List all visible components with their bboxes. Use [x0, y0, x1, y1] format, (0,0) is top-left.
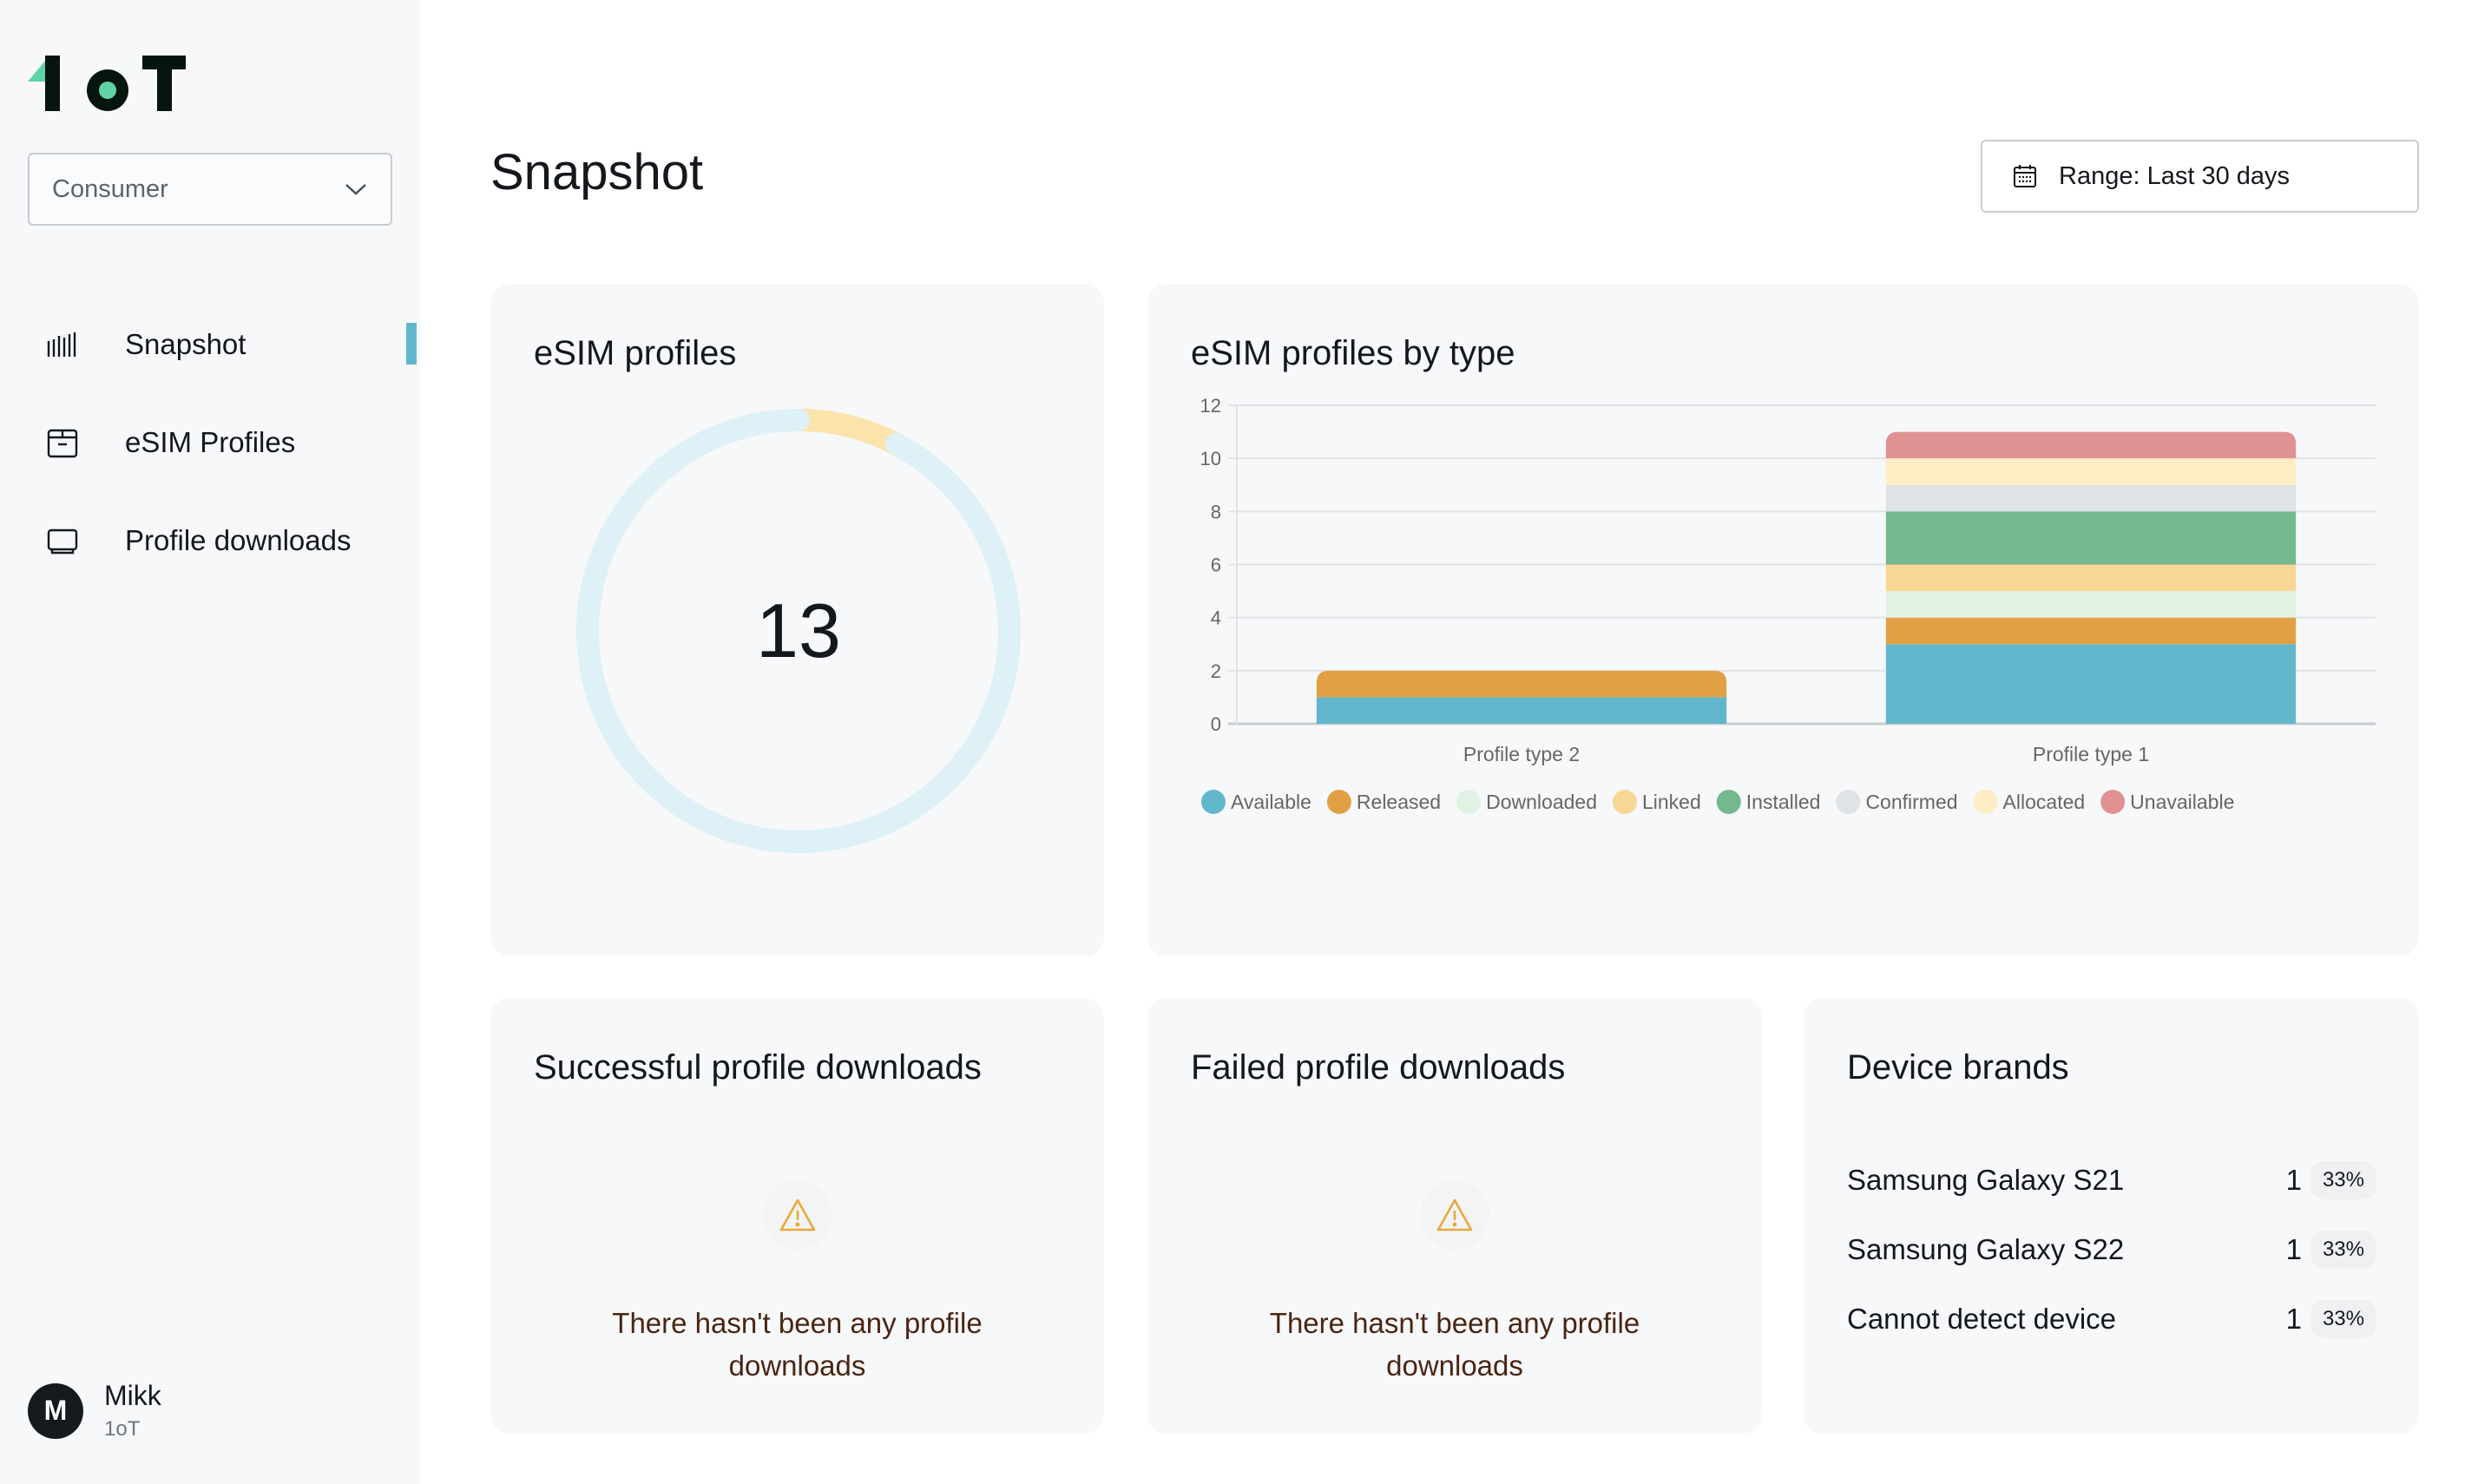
x-tick-label: Profile type 1: [2033, 743, 2149, 765]
empty-state: There hasn't been any profile downloads: [1147, 1180, 1762, 1387]
user-org: 1oT: [104, 1417, 141, 1441]
legend-swatch: [1326, 790, 1351, 814]
x-tick-label: Profile type 2: [1463, 743, 1580, 765]
card-title: Device brands: [1847, 1048, 2069, 1087]
sidebar-nav: Snapshot eSIM Profiles Profile downloads: [0, 295, 420, 589]
empty-message: There hasn't been any profile downloads: [612, 1307, 983, 1382]
y-tick-label: 12: [1200, 395, 1221, 417]
legend-label: Confirmed: [1865, 791, 1957, 813]
legend-label: Downloaded: [1486, 791, 1597, 813]
legend-label: Unavailable: [2130, 791, 2234, 813]
brand-percent-badge: 33%: [2310, 1231, 2376, 1269]
card-title: Failed profile downloads: [1191, 1048, 1566, 1087]
esim-profiles-donut: 13: [573, 405, 1024, 857]
brand-count: 1: [2285, 1233, 2302, 1265]
list-item: Samsung Galaxy S21 1 33%: [1847, 1146, 2376, 1215]
sidebar-item-label: Snapshot: [125, 327, 246, 360]
y-tick-label: 10: [1200, 448, 1221, 469]
brand-count: 1: [2285, 1303, 2302, 1335]
brand-name: Samsung Galaxy S22: [1847, 1233, 2125, 1265]
page-title: Snapshot: [490, 144, 704, 200]
user-name: Mikk: [104, 1380, 161, 1411]
legend-swatch: [1456, 790, 1482, 814]
sidebar-item-snapshot[interactable]: Snapshot: [0, 295, 420, 393]
legend-swatch: [1201, 790, 1226, 814]
legend-swatch: [1836, 790, 1861, 814]
legend-item-unavailable[interactable]: Unavailable: [2100, 790, 2234, 814]
user-profile[interactable]: M Mikk 1oT: [28, 1380, 161, 1441]
legend-label: Available: [1231, 791, 1311, 813]
failed-downloads-card: Failed profile downloads There hasn't be…: [1147, 998, 1762, 1434]
esim-profiles-by-type-card: eSIM profiles by type 0 2 4 6 8 10 12 Profile t…: [1147, 284, 2419, 956]
legend-item-available[interactable]: Available: [1201, 790, 1311, 814]
legend-swatch: [2100, 790, 2126, 814]
empty-state: There hasn't been any profile downloads: [490, 1180, 1104, 1387]
esim-profiles-card: eSIM profiles 13: [490, 284, 1104, 956]
sidebar-item-profile-downloads[interactable]: Profile downloads: [0, 491, 420, 589]
box-icon: [45, 425, 80, 460]
brand-percent-badge: 33%: [2310, 1161, 2376, 1199]
card-title: Successful profile downloads: [534, 1048, 982, 1087]
device-brands-list: Samsung Galaxy S21 1 33% Samsung Galaxy …: [1847, 1146, 2376, 1354]
sidebar-item-label: eSIM Profiles: [125, 425, 296, 458]
esim-profiles-total: 13: [756, 588, 841, 673]
bar-segment-released[interactable]: [1316, 670, 1727, 698]
active-indicator: [406, 323, 417, 364]
bar-segment-linked[interactable]: [1885, 564, 2297, 592]
legend-label: Allocated: [2003, 791, 2086, 813]
bar-segment-unavailable[interactable]: [1885, 431, 2297, 459]
warning-icon: [1420, 1180, 1489, 1250]
brand-percent-badge: 33%: [2310, 1300, 2376, 1338]
calendar-icon: [2014, 165, 2036, 187]
brand-name: Samsung Galaxy S21: [1847, 1164, 2125, 1196]
legend-item-released[interactable]: Released: [1326, 790, 1441, 814]
successful-downloads-card: Successful profile downloads There hasn'…: [490, 998, 1104, 1434]
legend-swatch: [1612, 790, 1637, 814]
legend-item-linked[interactable]: Linked: [1612, 790, 1701, 814]
avatar: M: [28, 1382, 83, 1439]
date-range-label: Range: Last 30 days: [2059, 161, 2291, 190]
y-tick-label: 0: [1211, 713, 1221, 735]
bar-segment-installed[interactable]: [1885, 511, 2297, 565]
y-tick-label: 8: [1211, 501, 1221, 522]
device-icon: [45, 523, 80, 558]
warning-icon: [762, 1180, 832, 1250]
bar-segment-available[interactable]: [1885, 644, 2297, 724]
chevron-down-icon: [345, 184, 366, 195]
y-tick-label: 4: [1211, 607, 1221, 629]
device-brands-card: Device brands Samsung Galaxy S21 1 33% S…: [1804, 998, 2419, 1434]
y-tick-label: 2: [1211, 660, 1221, 682]
y-tick-label: 6: [1211, 555, 1221, 576]
brand-count: 1: [2285, 1164, 2302, 1196]
legend-swatch: [1973, 790, 1998, 814]
card-title: eSIM profiles: [534, 334, 737, 372]
sidebar-item-label: Profile downloads: [125, 523, 352, 556]
legend-item-installed[interactable]: Installed: [1716, 790, 1821, 814]
segment-select[interactable]: Consumer: [28, 153, 392, 226]
segment-select-value: Consumer: [52, 174, 168, 203]
legend-item-confirmed[interactable]: Confirmed: [1836, 790, 1958, 814]
legend-swatch: [1716, 790, 1741, 814]
esim-profiles-by-type-chart: 0 2 4 6 8 10 12 Profile type 2 Profile type 1 Ava…: [1200, 395, 2376, 814]
list-item: Cannot detect device 1 33%: [1847, 1284, 2376, 1354]
list-item: Samsung Galaxy S22 1 33%: [1847, 1215, 2376, 1284]
legend-label: Released: [1357, 791, 1441, 813]
bar-chart-icon: [45, 327, 80, 362]
legend-item-allocated[interactable]: Allocated: [1973, 790, 2086, 814]
date-range-button[interactable]: Range: Last 30 days: [1981, 140, 2419, 213]
bar-segment-downloaded[interactable]: [1885, 591, 2297, 618]
bar-segment-released[interactable]: [1885, 617, 2297, 645]
legend-item-downloaded[interactable]: Downloaded: [1456, 790, 1597, 814]
brand-logo[interactable]: [28, 54, 193, 115]
bar-segment-available[interactable]: [1316, 697, 1727, 724]
bar-segment-allocated[interactable]: [1885, 458, 2297, 485]
brand-name: Cannot detect device: [1847, 1303, 2117, 1335]
legend-label: Installed: [1746, 791, 1821, 813]
sidebar: Consumer Snapshot eSIM Profiles Profile …: [0, 0, 420, 1484]
empty-message: There hasn't been any profile downloads: [1269, 1307, 1640, 1382]
bar-segment-confirmed[interactable]: [1885, 484, 2297, 512]
legend-label: Linked: [1642, 791, 1701, 813]
sidebar-item-esim-profiles[interactable]: eSIM Profiles: [0, 393, 420, 491]
